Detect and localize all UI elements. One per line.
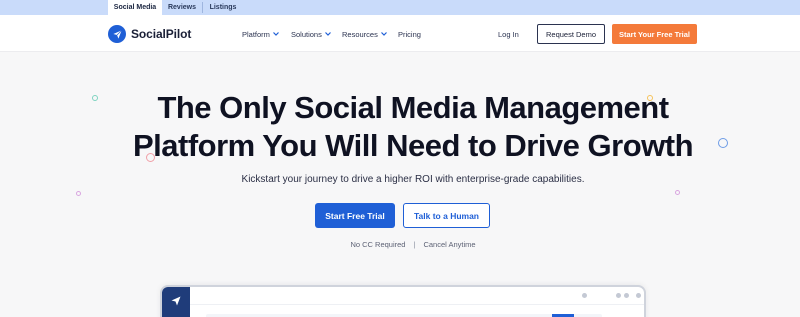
- login-link[interactable]: Log In: [498, 28, 519, 40]
- topbar-tab-listings[interactable]: Listings: [203, 0, 243, 15]
- topbar-tab-label: Listings: [209, 4, 237, 11]
- start-free-trial-nav-label: Start Your Free Trial: [619, 29, 690, 39]
- start-free-trial-nav-button[interactable]: Start Your Free Trial: [612, 24, 697, 44]
- brand-name: SocialPilot: [131, 27, 192, 41]
- decorative-circle: [675, 190, 680, 195]
- toolbar-icon: [624, 293, 629, 298]
- nav-item-solutions[interactable]: Solutions: [291, 28, 331, 40]
- topbar-tab-label: Social Media: [113, 4, 157, 11]
- top-utility-bar: Social Media Reviews Listings: [0, 0, 800, 15]
- nav-item-label: Pricing: [398, 29, 421, 39]
- preview-toolbar: [190, 287, 644, 305]
- toolbar-icon: [616, 293, 621, 298]
- nav-item-resources[interactable]: Resources: [342, 28, 387, 40]
- hero-headline-line: Platform You Will Need to Drive Growth: [132, 128, 694, 163]
- cta-notes: No CC Required | Cancel Anytime: [300, 238, 526, 250]
- brand-logo[interactable]: SocialPilot: [108, 24, 191, 44]
- bell-icon: [636, 293, 641, 298]
- paper-plane-icon: [170, 294, 182, 317]
- no-cc-note: No CC Required: [350, 239, 406, 249]
- note-divider: |: [413, 239, 416, 249]
- talk-to-human-button[interactable]: Talk to a Human: [403, 203, 490, 228]
- cancel-anytime-note: Cancel Anytime: [423, 239, 476, 249]
- hero-headline: The Only Social Media Management Platfor…: [100, 89, 726, 165]
- nav-item-label: Platform: [242, 29, 270, 39]
- status-icon: [582, 293, 587, 298]
- request-demo-label: Request Demo: [545, 29, 597, 39]
- topbar-tab-reviews[interactable]: Reviews: [162, 0, 202, 15]
- hero-subheadline: Kickstart your journey to drive a higher…: [241, 174, 585, 185]
- topbar-tab-social-media[interactable]: Social Media: [108, 0, 162, 15]
- login-label: Log In: [498, 29, 519, 39]
- nav-item-label: Solutions: [291, 29, 322, 39]
- decorative-circle: [92, 95, 98, 101]
- nav-item-pricing[interactable]: Pricing: [398, 28, 421, 40]
- talk-to-human-label: Talk to a Human: [413, 210, 480, 221]
- dashboard-preview: [160, 285, 646, 317]
- hero-headline-line: The Only Social Media Management: [157, 90, 669, 125]
- main-navigation: SocialPilot Platform Solutions Resources…: [0, 15, 800, 52]
- preview-sidebar: [162, 287, 190, 317]
- topbar-tab-label: Reviews: [167, 4, 197, 11]
- start-free-trial-label: Start Free Trial: [325, 210, 385, 221]
- chevron-down-icon: [380, 32, 387, 36]
- request-demo-button[interactable]: Request Demo: [537, 24, 605, 44]
- chevron-down-icon: [324, 32, 331, 36]
- nav-item-platform[interactable]: Platform: [242, 28, 279, 40]
- nav-item-label: Resources: [342, 29, 378, 39]
- chevron-down-icon: [273, 32, 279, 36]
- start-free-trial-button[interactable]: Start Free Trial: [315, 203, 395, 228]
- decorative-circle: [76, 191, 81, 196]
- paper-plane-icon: [108, 25, 126, 43]
